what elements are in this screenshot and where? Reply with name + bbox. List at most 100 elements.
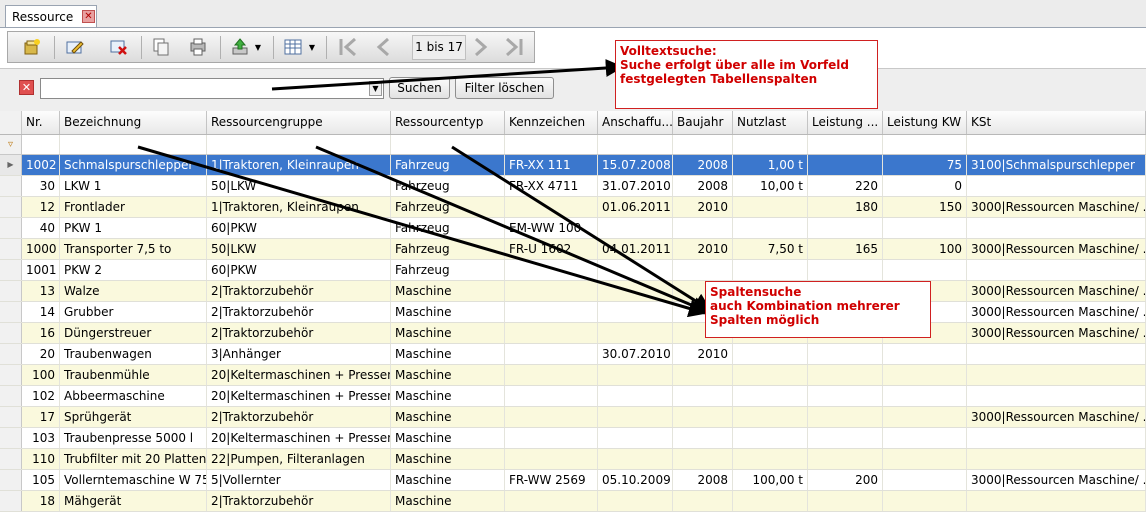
table-row[interactable]: 103 Traubenpresse 5000 l 20|Keltermaschine… [0, 428, 1146, 449]
row-indicator[interactable] [0, 449, 22, 469]
cell-anschaffung: 30.07.2010 [598, 344, 673, 364]
cell-kennzeichen [505, 197, 598, 217]
cell-kennzeichen [505, 344, 598, 364]
row-indicator[interactable] [0, 302, 22, 322]
row-indicator[interactable] [0, 176, 22, 196]
columns-dropdown-icon[interactable]: ▼ [306, 36, 318, 58]
delete-button[interactable] [107, 36, 131, 58]
column-header-kennzeichen[interactable]: Kennzeichen [505, 111, 598, 134]
current-row-indicator-icon[interactable]: ▶ [0, 155, 22, 175]
cell-leistung-kw [883, 407, 967, 427]
filter-cell-nutzlast[interactable] [733, 135, 808, 154]
copy-button[interactable] [149, 36, 173, 58]
cell-ressourcengruppe: 5|Vollernter [207, 470, 391, 490]
edit-button[interactable] [63, 36, 87, 58]
cell-kst: 3000|Ressourcen Maschine/ ... [967, 323, 1146, 343]
table-row[interactable]: 1000 Transporter 7,5 to 50|LKW Fahrzeug FR-U… [0, 239, 1146, 260]
search-history-dropdown-icon[interactable]: ▼ [369, 81, 382, 96]
filter-cell-ressourcentyp[interactable] [391, 135, 505, 154]
cell-ressourcentyp: Maschine [391, 491, 505, 511]
clear-search-icon[interactable]: ✕ [19, 80, 34, 95]
table-row[interactable]: 13 Walze 2|Traktorzubehör Maschine 3000|Ress… [0, 281, 1146, 302]
column-header-nutzlast[interactable]: Nutzlast [733, 111, 808, 134]
column-header-ressourcengruppe[interactable]: Ressourcengruppe [207, 111, 391, 134]
print-button[interactable] [186, 36, 210, 58]
cell-leistung [808, 344, 883, 364]
table-row[interactable]: 16 Düngerstreuer 2|Traktorzubehör Maschine 3… [0, 323, 1146, 344]
filter-cell-kennzeichen[interactable] [505, 135, 598, 154]
filter-cell-baujahr[interactable] [673, 135, 733, 154]
tab-ressource[interactable]: Ressource ✕ [5, 5, 97, 27]
cell-leistung-kw [883, 365, 967, 385]
column-header-ressourcentyp[interactable]: Ressourcentyp [391, 111, 505, 134]
first-page-button[interactable] [336, 36, 360, 58]
page-indicator: 1 bis 17 [412, 35, 466, 60]
row-indicator[interactable] [0, 218, 22, 238]
table-row[interactable]: 1001 PKW 2 60|PKW Fahrzeug [0, 260, 1146, 281]
table-row[interactable]: 100 Traubenmühle 20|Keltermaschinen + Pres… [0, 365, 1146, 386]
column-header-leistung-kw[interactable]: Leistung KW [883, 111, 967, 134]
table-row[interactable]: 18 Mähgerät 2|Traktorzubehör Maschine [0, 491, 1146, 512]
filter-icon: ▿ [0, 135, 22, 154]
table-row[interactable]: 40 PKW 1 60|PKW Fahrzeug EM-WW 100 [0, 218, 1146, 239]
next-page-button[interactable] [468, 36, 492, 58]
row-indicator[interactable] [0, 491, 22, 511]
table-row[interactable]: 102 Abbeermaschine 20|Keltermaschinen + Pr… [0, 386, 1146, 407]
row-indicator[interactable] [0, 239, 22, 259]
column-header-baujahr[interactable]: Baujahr [673, 111, 733, 134]
export-button[interactable] [228, 36, 252, 58]
columns-button[interactable] [281, 36, 305, 58]
cell-nr: 16 [22, 323, 60, 343]
column-header-bezeichnung[interactable]: Bezeichnung [60, 111, 207, 134]
row-indicator[interactable] [0, 281, 22, 301]
cell-bezeichnung: Düngerstreuer [60, 323, 207, 343]
filter-cell-anschaffung[interactable] [598, 135, 673, 154]
column-header-leistung[interactable]: Leistung ... [808, 111, 883, 134]
row-indicator[interactable] [0, 428, 22, 448]
table-row[interactable]: 110 Trubfilter mit 20 Platten 22|Pumpen, F… [0, 449, 1146, 470]
export-dropdown-icon[interactable]: ▼ [252, 36, 264, 58]
previous-page-button[interactable] [372, 36, 396, 58]
row-indicator[interactable] [0, 323, 22, 343]
fulltext-search-input[interactable] [40, 78, 384, 99]
table-row[interactable]: 30 LKW 1 50|LKW Fahrzeug FR-XX 4711 31.07.201… [0, 176, 1146, 197]
row-indicator[interactable] [0, 365, 22, 385]
column-annotation-line-1: Spaltensuche [710, 285, 802, 299]
cell-kst: 3000|Ressourcen Maschine/ ... [967, 302, 1146, 322]
cell-kst [967, 491, 1146, 511]
table-row[interactable]: 20 Traubenwagen 3|Anhänger Maschine 30.07.20… [0, 344, 1146, 365]
column-header-kst[interactable]: KSt [967, 111, 1146, 134]
column-header-nr[interactable]: Nr. [22, 111, 60, 134]
column-header-anschaffung[interactable]: Anschaffu... [598, 111, 673, 134]
filter-cell-leistung[interactable] [808, 135, 883, 154]
last-page-button[interactable] [502, 36, 526, 58]
table-row[interactable]: 12 Frontlader 1|Traktoren, Kleinraupen Fahr… [0, 197, 1146, 218]
cell-nutzlast [733, 428, 808, 448]
row-indicator[interactable] [0, 407, 22, 427]
filter-cell-bezeichnung[interactable] [60, 135, 207, 154]
row-indicator[interactable] [0, 344, 22, 364]
cell-kst [967, 218, 1146, 238]
chevron-left-icon [376, 37, 389, 57]
cell-ressourcengruppe: 2|Traktorzubehör [207, 491, 391, 511]
row-indicator[interactable] [0, 197, 22, 217]
clear-filter-button[interactable]: Filter löschen [455, 77, 554, 99]
cell-leistung-kw [883, 344, 967, 364]
close-icon[interactable]: ✕ [82, 10, 95, 23]
table-row[interactable]: 17 Sprühgerät 2|Traktorzubehör Maschine 3000… [0, 407, 1146, 428]
filter-cell-ressourcengruppe[interactable] [207, 135, 391, 154]
table-row[interactable]: 105 Vollerntemaschine W 75 5|Vollernter Mas… [0, 470, 1146, 491]
table-row[interactable]: 14 Grubber 2|Traktorzubehör Maschine 3000|Re… [0, 302, 1146, 323]
new-record-button[interactable] [20, 36, 44, 58]
filter-cell-nr[interactable] [22, 135, 60, 154]
filter-cell-kst[interactable] [967, 135, 1146, 154]
row-indicator[interactable] [0, 386, 22, 406]
row-indicator[interactable] [0, 260, 22, 280]
new-record-icon [24, 39, 40, 55]
row-indicator[interactable] [0, 470, 22, 490]
filter-cell-leistung-kw[interactable] [883, 135, 967, 154]
table-row[interactable]: ▶ 1002 Schmalspurschlepper 1|Traktoren, Kle… [0, 155, 1146, 176]
search-button[interactable]: Suchen [389, 77, 450, 99]
cell-anschaffung: 05.10.2009 [598, 470, 673, 490]
fulltext-annotation: Volltextsuche: Suche erfolgt über alle i… [615, 40, 878, 109]
